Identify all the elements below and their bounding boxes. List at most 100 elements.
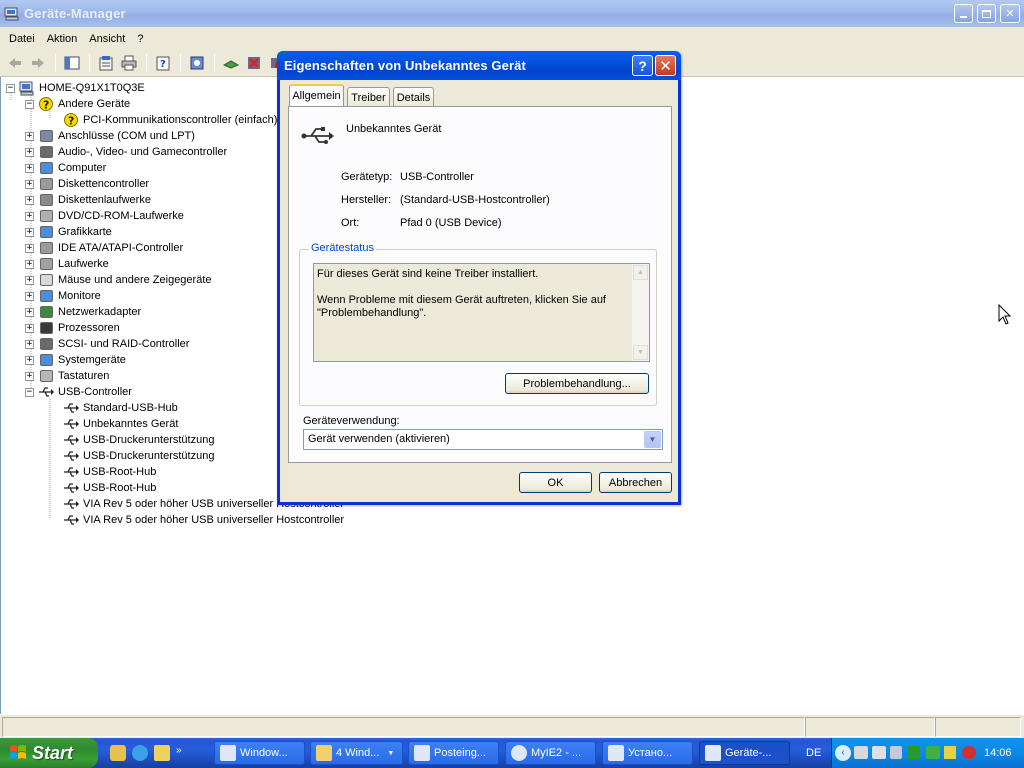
scroll-up-icon[interactable]: ▲ — [633, 265, 648, 280]
device-usage-select[interactable]: Gerät verwenden (aktivieren) ▼ — [303, 429, 663, 450]
task-device-manager[interactable]: Geräte-... — [699, 741, 790, 765]
collapse-icon[interactable]: − — [6, 83, 15, 93]
tree-item[interactable]: VIA Rev 5 oder höher USB universeller Ho… — [63, 512, 344, 528]
expand-icon[interactable]: + — [25, 291, 34, 301]
expand-icon[interactable]: + — [25, 179, 34, 189]
tab-details[interactable]: Details — [393, 87, 434, 107]
tray-app-icon[interactable] — [908, 746, 920, 759]
tray-keyboard-icon[interactable] — [926, 746, 940, 759]
tree-item[interactable]: + IDE ATA/ATAPI-Controller — [25, 240, 183, 256]
ok-button[interactable]: OK — [519, 472, 592, 493]
expand-icon[interactable]: + — [25, 227, 34, 237]
help-icon: ? — [156, 56, 169, 71]
dialog-help-button[interactable]: ? — [632, 55, 653, 76]
tree-item[interactable]: + Systemgeräte — [25, 352, 126, 368]
tree-item-label: SCSI- und RAID-Controller — [58, 338, 190, 350]
tray-expand-icon[interactable]: ‹ — [835, 745, 851, 761]
tree-item[interactable]: − USB-Controller — [25, 384, 132, 400]
tree-item[interactable]: Unbekanntes Gerät — [63, 416, 178, 432]
tree-item[interactable]: USB-Druckerunterstützung — [63, 448, 214, 464]
tree-item[interactable]: Standard-USB-Hub — [63, 400, 178, 416]
tray-printer-icon[interactable] — [854, 746, 868, 759]
tree-item[interactable]: + Computer — [25, 160, 106, 176]
device-status-textbox[interactable]: Für dieses Gerät sind keine Treiber inst… — [313, 263, 650, 362]
back-button[interactable] — [4, 53, 25, 74]
uninstall-button[interactable] — [243, 53, 264, 74]
tree-item[interactable]: + Tastaturen — [25, 368, 109, 384]
quick-launch-app-icon[interactable] — [154, 745, 170, 761]
dialog-close-button[interactable]: ✕ — [655, 55, 676, 76]
expand-icon[interactable]: + — [25, 355, 34, 365]
expand-icon[interactable]: + — [25, 211, 34, 221]
menu-datei[interactable]: Datei — [3, 33, 41, 45]
tree-item[interactable]: + Diskettencontroller — [25, 176, 149, 192]
expand-icon[interactable]: + — [25, 323, 34, 333]
properties-button[interactable] — [95, 53, 116, 74]
show-hide-tree-button[interactable] — [61, 53, 82, 74]
tray-sound-icon[interactable] — [962, 746, 976, 759]
restore-button[interactable] — [977, 4, 996, 23]
task-installer[interactable]: Устано... — [602, 741, 693, 765]
tree-item[interactable]: + DVD/CD-ROM-Laufwerke — [25, 208, 184, 224]
tree-item[interactable]: + Laufwerke — [25, 256, 109, 272]
troubleshoot-button[interactable]: Problembehandlung... — [505, 373, 649, 394]
tree-item[interactable]: ? PCI-Kommunikationscontroller (einfach) — [63, 112, 277, 128]
menu-help[interactable]: ? — [131, 33, 149, 45]
tray-device-icon[interactable] — [890, 746, 902, 759]
collapse-icon[interactable]: − — [25, 387, 34, 397]
window-titlebar[interactable]: Geräte-Manager ✕ — [0, 0, 1024, 27]
tray-security-icon[interactable] — [944, 746, 956, 759]
task-window[interactable]: Window... — [214, 741, 305, 765]
update-driver-button[interactable] — [220, 53, 241, 74]
language-indicator[interactable]: DE — [806, 747, 821, 759]
minimize-button[interactable] — [954, 4, 973, 23]
expand-icon[interactable]: + — [25, 371, 34, 381]
start-button[interactable]: Start — [0, 738, 98, 768]
tree-item[interactable]: + Netzwerkadapter — [25, 304, 141, 320]
quick-launch-outlook-icon[interactable] — [110, 745, 126, 761]
tree-item[interactable]: USB-Root-Hub — [63, 480, 156, 496]
tree-item[interactable]: + Prozessoren — [25, 320, 120, 336]
tray-network-icon[interactable] — [872, 746, 886, 759]
expand-icon[interactable]: + — [25, 275, 34, 285]
quick-launch-browser-icon[interactable] — [132, 745, 148, 761]
tab-allgemein[interactable]: Allgemein — [289, 84, 344, 106]
expand-icon[interactable]: + — [25, 147, 34, 157]
expand-icon[interactable]: + — [25, 339, 34, 349]
tree-item[interactable]: + Mäuse und andere Zeigegeräte — [25, 272, 212, 288]
menu-ansicht[interactable]: Ansicht — [83, 33, 131, 45]
menu-aktion[interactable]: Aktion — [41, 33, 84, 45]
tree-root[interactable]: − HOME-Q91X1T0Q3E — [6, 80, 145, 96]
dialog-titlebar[interactable]: Eigenschaften von Unbekanntes Gerät ? ✕ — [277, 51, 681, 80]
status-scrollbar[interactable]: ▲ ▼ — [632, 264, 649, 361]
tree-item[interactable]: + Anschlüsse (COM und LPT) — [25, 128, 195, 144]
tree-item[interactable]: −? Andere Geräte — [25, 96, 130, 112]
dropdown-button[interactable]: ▼ — [644, 431, 661, 448]
expand-icon[interactable]: + — [25, 131, 34, 141]
tree-item[interactable]: USB-Root-Hub — [63, 464, 156, 480]
expand-icon[interactable]: + — [25, 195, 34, 205]
task-myie2[interactable]: MyIE2 - ... — [505, 741, 596, 765]
tree-item[interactable]: + Monitore — [25, 288, 101, 304]
scroll-down-icon[interactable]: ▼ — [633, 345, 648, 360]
expand-icon[interactable]: + — [25, 259, 34, 269]
task-posteingang[interactable]: Posteing... — [408, 741, 499, 765]
collapse-icon[interactable]: − — [25, 99, 34, 109]
expand-icon[interactable]: + — [25, 163, 34, 173]
forward-button[interactable] — [27, 53, 48, 74]
tree-item[interactable]: + Audio-, Video- und Gamecontroller — [25, 144, 227, 160]
expand-icon[interactable]: + — [25, 307, 34, 317]
quick-launch-expand-icon[interactable]: » — [176, 745, 182, 761]
close-window-button[interactable]: ✕ — [1000, 4, 1020, 23]
cancel-button[interactable]: Abbrechen — [599, 472, 672, 493]
tree-item[interactable]: + SCSI- und RAID-Controller — [25, 336, 189, 352]
expand-icon[interactable]: + — [25, 243, 34, 253]
task-windows-group[interactable]: 4 Wind... ▼ — [310, 741, 403, 765]
tree-item[interactable]: + Grafikkarte — [25, 224, 112, 240]
scan-hardware-button[interactable] — [186, 53, 207, 74]
tree-item[interactable]: + Diskettenlaufwerke — [25, 192, 151, 208]
tree-item[interactable]: USB-Druckerunterstützung — [63, 432, 214, 448]
help-toolbar-button[interactable]: ? — [152, 53, 173, 74]
print-button[interactable] — [118, 53, 139, 74]
tab-treiber[interactable]: Treiber — [347, 87, 390, 107]
